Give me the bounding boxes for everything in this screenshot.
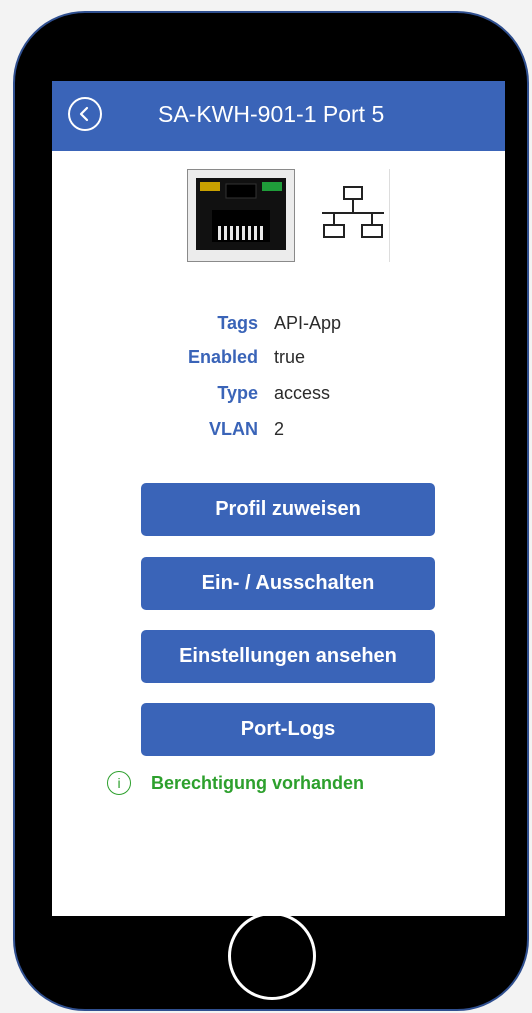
back-button[interactable] <box>68 97 102 131</box>
info-row-type: Type access <box>52 383 505 413</box>
toggle-power-button[interactable]: Ein- / Ausschalten <box>141 557 435 610</box>
info-value: access <box>274 383 331 403</box>
assign-profile-button[interactable]: Profil zuweisen <box>141 483 435 536</box>
info-label: Type <box>217 383 258 403</box>
ethernet-port-icon <box>187 169 295 262</box>
info-icon: i <box>107 771 131 795</box>
page-title: SA-KWH-901-1 Port 5 <box>158 101 385 127</box>
info-label: VLAN <box>209 419 258 439</box>
view-settings-button[interactable]: Einstellungen ansehen <box>141 630 435 683</box>
chevron-left-icon <box>79 106 89 122</box>
app-screen: SA-KWH-901-1 Port 5 Tags API-App Enabled… <box>52 81 505 916</box>
header-bar: SA-KWH-901-1 Port 5 <box>52 81 505 151</box>
info-row-tags: Tags API-App <box>52 313 505 343</box>
info-value: API-App <box>274 313 342 333</box>
info-value: true <box>274 347 306 367</box>
icon-divider <box>389 169 390 262</box>
home-button[interactable] <box>228 912 316 1000</box>
info-value: 2 <box>274 419 285 439</box>
port-logs-button[interactable]: Port-Logs <box>141 703 435 756</box>
info-row-enabled: Enabled true <box>52 347 505 377</box>
info-label: Enabled <box>187 347 258 367</box>
network-topology-icon <box>318 185 388 250</box>
info-row-vlan: VLAN 2 <box>52 419 505 449</box>
permission-text: Berechtigung vorhanden <box>151 772 365 793</box>
permission-status: i Berechtigung vorhanden <box>107 771 364 795</box>
info-label: Tags <box>217 313 258 333</box>
